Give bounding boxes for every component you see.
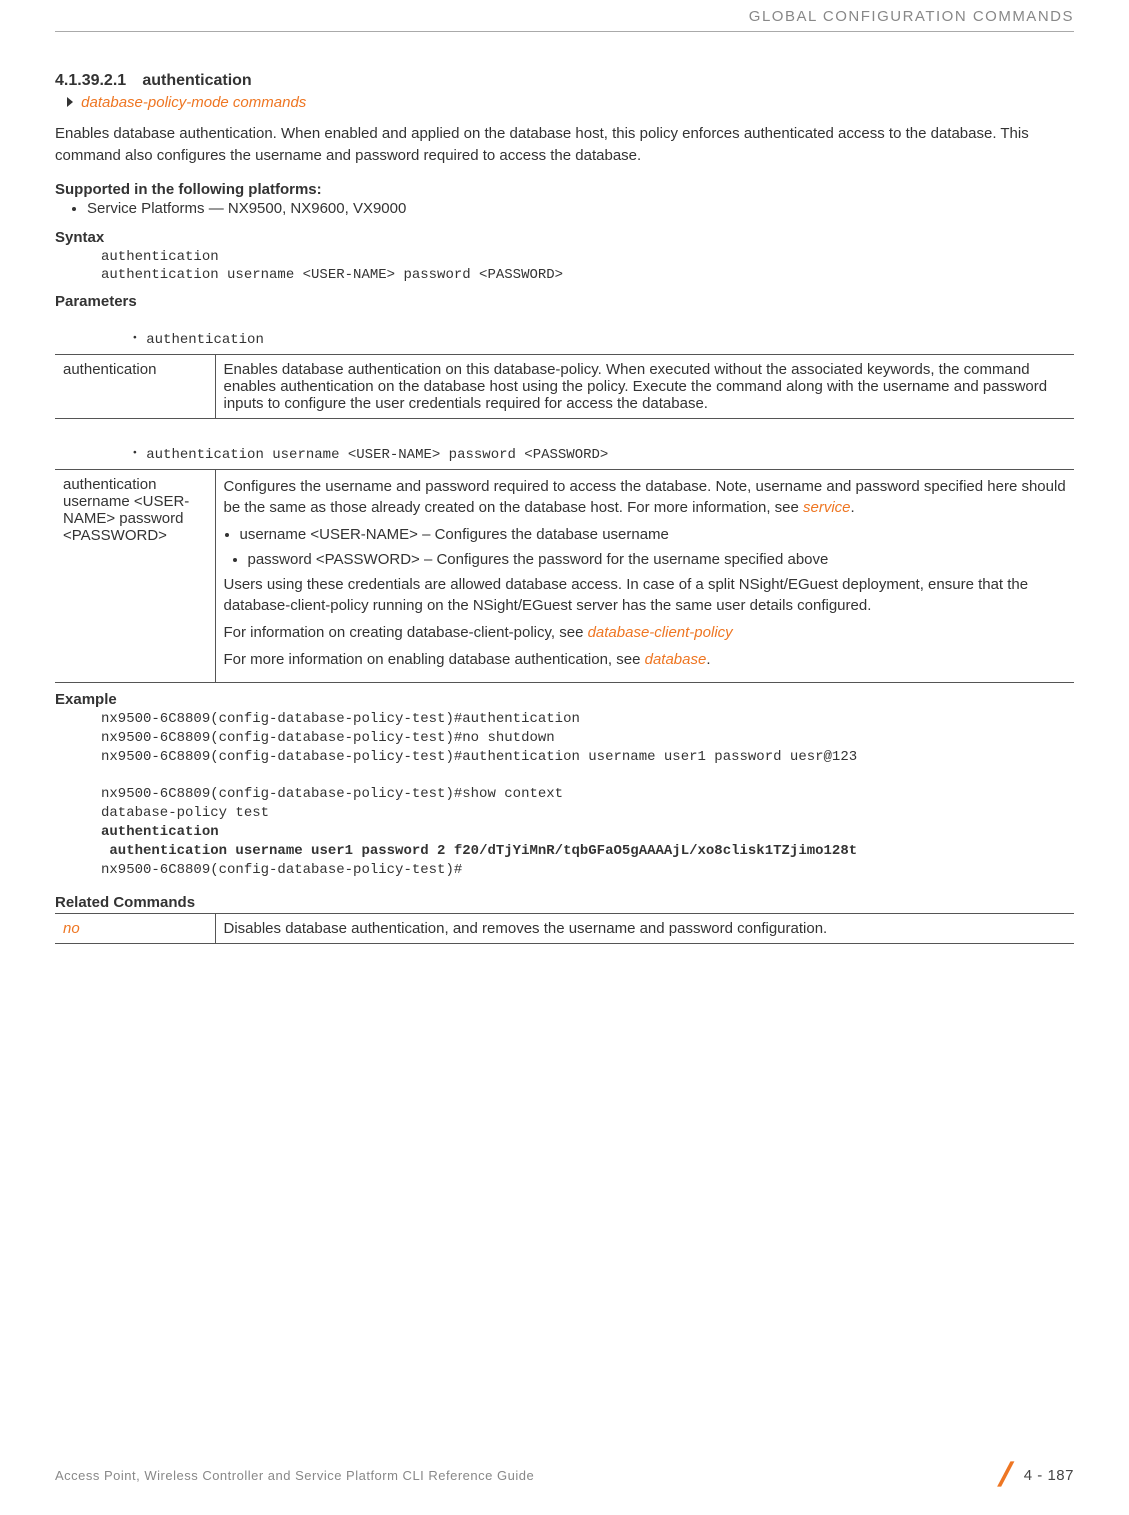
breadcrumb-link[interactable]: database-policy-mode commands <box>81 94 306 111</box>
related-desc: Disables database authentication, and re… <box>215 913 1074 943</box>
desc-p4: For more information on enabling databas… <box>224 649 1067 670</box>
table-row: authentication username <USER-NAME> pass… <box>55 469 1074 682</box>
ex-line: nx9500-6C8809(config-database-policy-tes… <box>101 748 1074 767</box>
example-block: nx9500-6C8809(config-database-policy-tes… <box>55 710 1074 880</box>
ex-line: nx9500-6C8809(config-database-policy-tes… <box>101 861 1074 880</box>
page-number: 4 - 187 <box>1024 1467 1074 1484</box>
page-footer: Access Point, Wireless Controller and Se… <box>55 1456 1074 1495</box>
desc-p2: Users using these credentials are allowe… <box>224 574 1067 616</box>
page-header: GLOBAL CONFIGURATION COMMANDS <box>55 0 1074 32</box>
desc-p4-text: For more information on enabling databas… <box>224 651 645 668</box>
ex-line: database-policy test <box>101 804 1074 823</box>
param-name-cell: authentication username <USER-NAME> pass… <box>55 469 215 682</box>
param-bullet-2: • authentication username <USER-NAME> pa… <box>55 427 1074 465</box>
param-desc-cell: Enables database authentication on this … <box>215 355 1074 419</box>
supported-item: Service Platforms — NX9500, NX9600, VX90… <box>87 200 1074 217</box>
desc-p4-end: . <box>706 651 710 668</box>
ex-line: nx9500-6C8809(config-database-policy-tes… <box>101 729 1074 748</box>
param-bullet-1: • authentication <box>55 312 1074 350</box>
example-heading: Example <box>55 691 1074 708</box>
desc-ul: username <USER-NAME> – Configures the da… <box>224 524 1067 545</box>
param-desc-cell: Configures the username and password req… <box>215 469 1074 682</box>
desc-p1-text: Configures the username and password req… <box>224 478 1066 516</box>
param-bullet-1-text: authentication <box>146 332 264 348</box>
desc-p3-text: For information on creating database-cli… <box>224 624 588 641</box>
table-row: authentication Enables database authenti… <box>55 355 1074 419</box>
db-client-policy-link[interactable]: database-client-policy <box>588 624 733 641</box>
related-heading: Related Commands <box>55 894 1074 911</box>
ex-line-bold: authentication username user1 password 2… <box>101 842 1074 861</box>
parameters-heading: Parameters <box>55 293 1074 310</box>
supported-heading: Supported in the following platforms: <box>55 181 1074 198</box>
desc-p3: For information on creating database-cli… <box>224 622 1067 643</box>
ex-line: nx9500-6C8809(config-database-policy-tes… <box>101 785 1074 804</box>
syntax-block: authentication authentication username <… <box>55 248 1074 286</box>
table-row: no Disables database authentication, and… <box>55 913 1074 943</box>
service-link[interactable]: service <box>803 499 851 516</box>
intro-paragraph: Enables database authentication. When en… <box>55 123 1074 167</box>
ex-line: nx9500-6C8809(config-database-policy-tes… <box>101 710 1074 729</box>
no-command-link[interactable]: no <box>55 913 215 943</box>
param-table-1: authentication Enables database authenti… <box>55 354 1074 419</box>
section-heading-row: 4.1.39.2.1 authentication <box>55 72 1074 90</box>
database-link[interactable]: database <box>645 651 707 668</box>
related-table: no Disables database authentication, and… <box>55 913 1074 944</box>
desc-p1: Configures the username and password req… <box>224 476 1067 518</box>
section-number: 4.1.39.2.1 <box>55 72 138 89</box>
desc-ul-sub: password <PASSWORD> – Configures the pas… <box>224 549 1067 570</box>
arrow-right-icon <box>67 97 73 107</box>
desc-li-1: username <USER-NAME> – Configures the da… <box>240 524 1067 545</box>
param-bullet-2-text: authentication username <USER-NAME> pass… <box>146 447 608 463</box>
desc-li-sub: password <PASSWORD> – Configures the pas… <box>248 549 1067 570</box>
ex-line-bold: authentication <box>101 823 1074 842</box>
supported-list: Service Platforms — NX9500, NX9600, VX90… <box>55 200 1074 217</box>
slash-icon: / <box>997 1456 1012 1495</box>
desc-p1-end: . <box>851 499 855 516</box>
param-name-cell: authentication <box>55 355 215 419</box>
param-table-2: authentication username <USER-NAME> pass… <box>55 469 1074 683</box>
footer-title: Access Point, Wireless Controller and Se… <box>55 1468 534 1483</box>
breadcrumb: database-policy-mode commands <box>55 90 1074 123</box>
syntax-heading: Syntax <box>55 229 1074 246</box>
section-title: authentication <box>142 72 251 89</box>
